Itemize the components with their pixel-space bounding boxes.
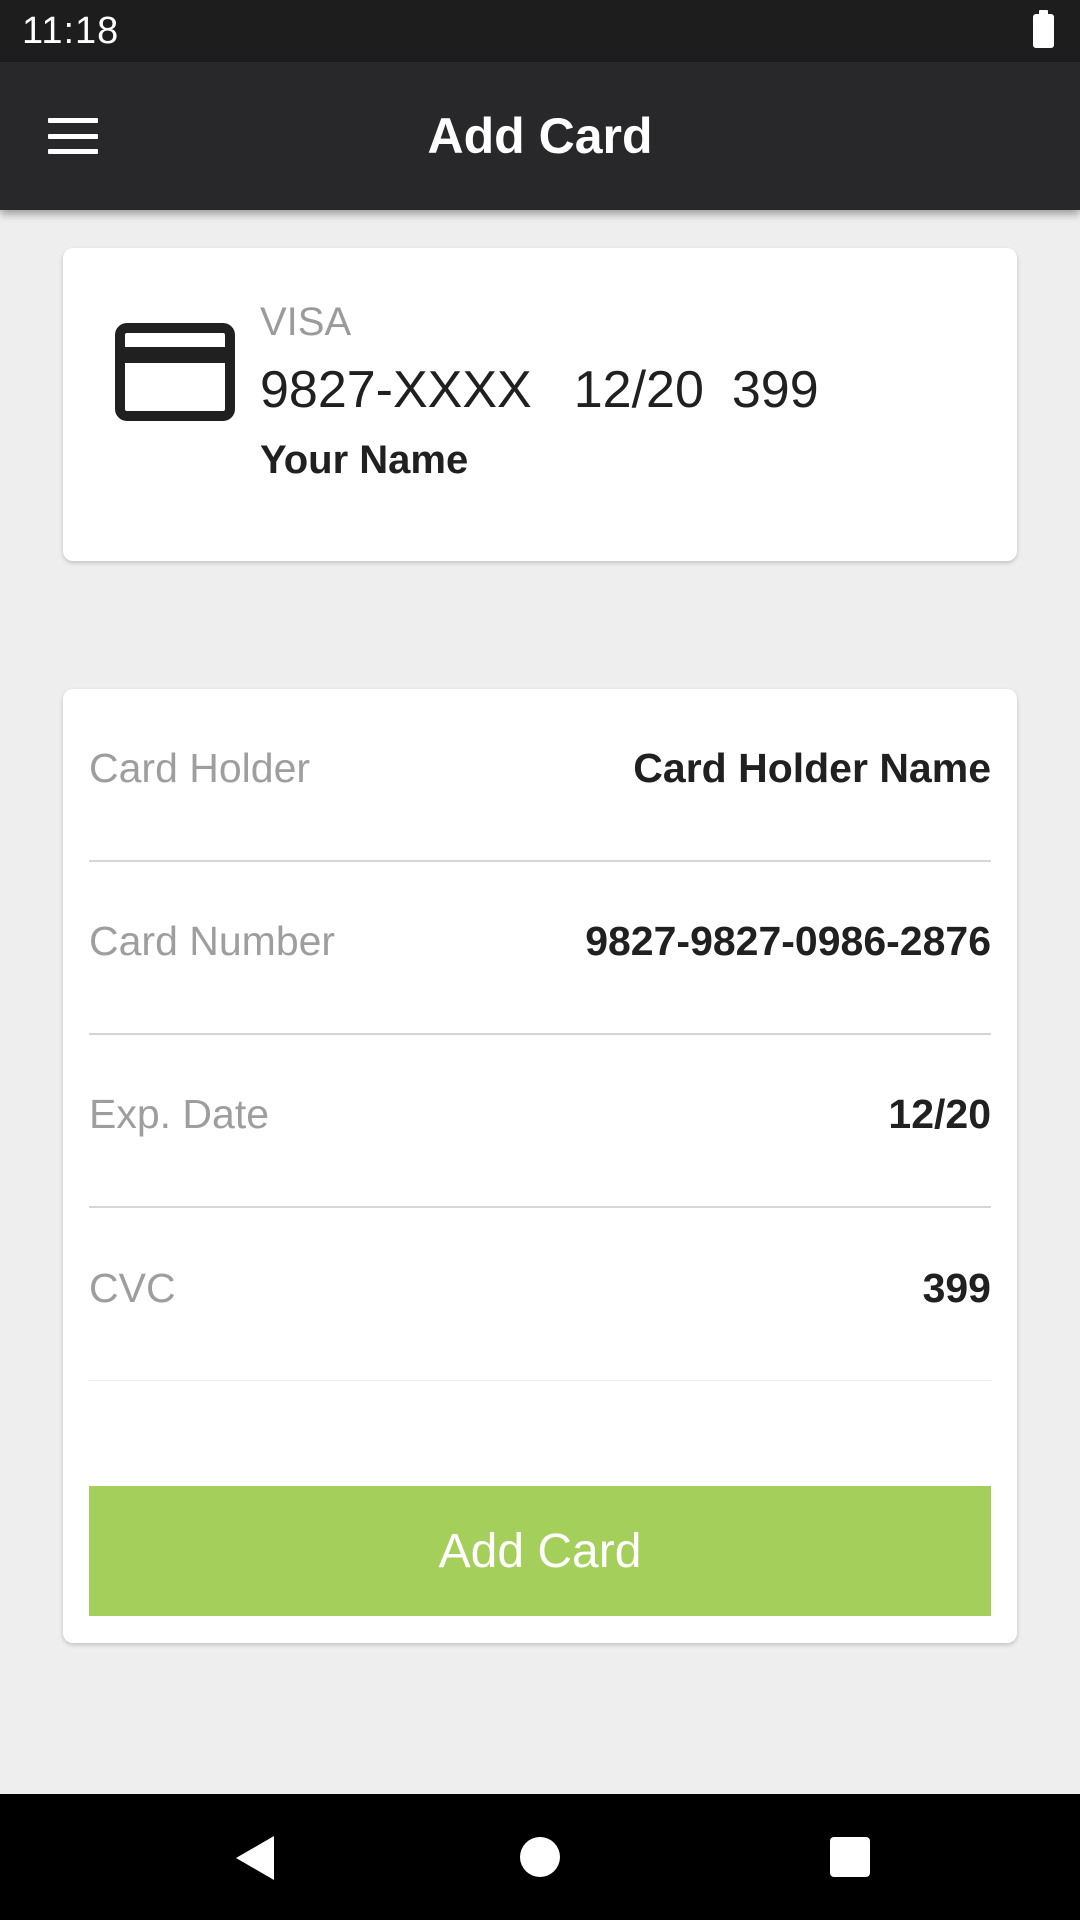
card-expiry: 12/20 bbox=[573, 361, 704, 419]
card-number-label: Card Number bbox=[89, 918, 336, 964]
recents-square-icon[interactable] bbox=[830, 1837, 870, 1877]
home-circle-icon[interactable] bbox=[520, 1837, 560, 1877]
system-nav-bar bbox=[0, 1794, 1080, 1920]
credit-card-icon bbox=[115, 323, 235, 421]
app-bar: Add Card bbox=[0, 62, 1080, 210]
exp-date-label: Exp. Date bbox=[89, 1091, 270, 1137]
card-form: Card Holder Card Number Exp. Date CVC Ad… bbox=[63, 689, 1017, 1643]
status-time: 11:18 bbox=[22, 9, 120, 52]
exp-date-row: Exp. Date bbox=[89, 1035, 991, 1208]
card-holder-row: Card Holder bbox=[89, 689, 991, 862]
card-holder-input[interactable] bbox=[471, 745, 991, 792]
cvc-input[interactable] bbox=[471, 1264, 991, 1312]
page-title: Add Card bbox=[427, 108, 653, 164]
battery-icon bbox=[1033, 10, 1054, 48]
card-number-input[interactable] bbox=[471, 918, 991, 965]
card-cvc: 399 bbox=[731, 361, 819, 419]
card-masked-number: 9827-XXXX bbox=[260, 361, 532, 419]
exp-date-input[interactable] bbox=[471, 1091, 991, 1138]
hamburger-menu-icon[interactable] bbox=[48, 118, 98, 154]
cvc-label: CVC bbox=[89, 1264, 176, 1311]
add-card-button[interactable]: Add Card bbox=[89, 1486, 991, 1616]
status-bar: 11:18 bbox=[0, 0, 1080, 62]
card-summary-line: 9827-XXXX 12/20 399 bbox=[260, 360, 819, 420]
card-holder-label: Card Holder bbox=[89, 745, 311, 791]
card-brand: VISA bbox=[260, 300, 352, 344]
card-number-row: Card Number bbox=[89, 862, 991, 1035]
cvc-row: CVC bbox=[89, 1208, 991, 1381]
card-preview: VISA 9827-XXXX 12/20 399 Your Name bbox=[63, 248, 1017, 561]
back-triangle-icon[interactable] bbox=[236, 1836, 274, 1880]
card-holder-preview: Your Name bbox=[260, 438, 469, 482]
